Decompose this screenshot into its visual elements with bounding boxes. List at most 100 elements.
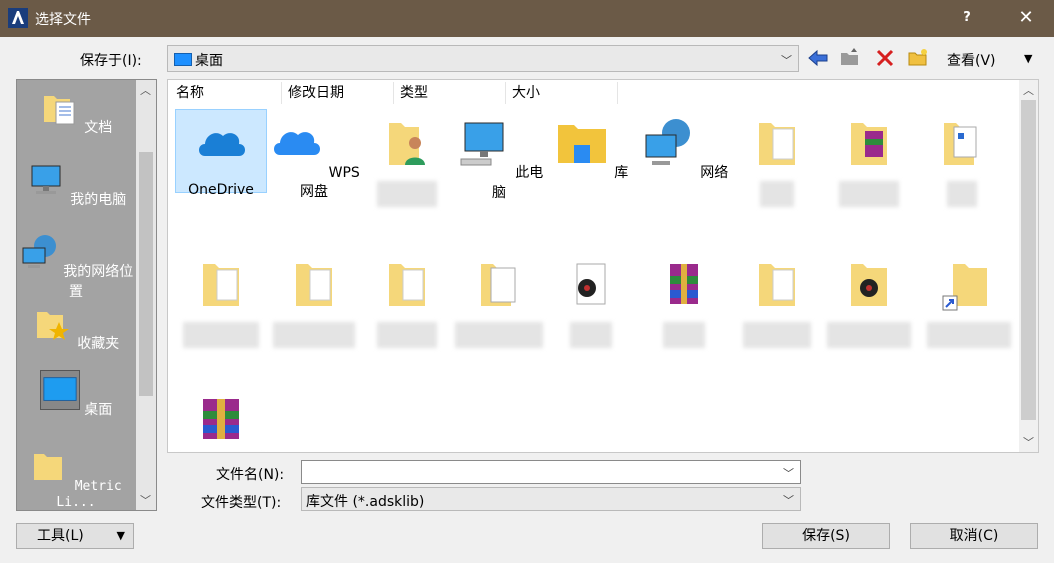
- place-favorites[interactable]: 收藏夹: [17, 304, 135, 353]
- blurred-filename: [827, 322, 911, 348]
- archive-icon: [670, 264, 698, 304]
- column-type[interactable]: 类型: [394, 82, 506, 104]
- file-item-folder[interactable]: [361, 250, 453, 350]
- place-documents[interactable]: 文档: [17, 88, 135, 137]
- file-label: 网络: [700, 165, 729, 181]
- file-list[interactable]: 名称 修改日期 类型 大小 OneDrive WPS网盘 此电脑 库 网络 ︿ …: [167, 79, 1039, 453]
- file-item-library[interactable]: 库: [545, 109, 637, 193]
- place-label: 我的电脑: [70, 192, 127, 208]
- archive-icon: [203, 399, 239, 439]
- file-item-archive[interactable]: [175, 383, 267, 451]
- desktop-icon: [39, 370, 80, 410]
- place-label: 桌面: [84, 402, 113, 418]
- archive-folder-icon: [851, 123, 887, 165]
- scroll-thumb[interactable]: [139, 152, 153, 396]
- media-folder-icon: [851, 264, 887, 306]
- save-in-value: 桌面: [195, 53, 223, 69]
- desktop-icon: [174, 53, 192, 66]
- cloud-icon: [274, 132, 321, 155]
- file-label: 库: [614, 165, 629, 181]
- dropdown-arrow-icon: ▼: [116, 529, 125, 542]
- close-button[interactable]: ✕: [1008, 4, 1044, 32]
- media-file-icon: [576, 263, 606, 305]
- folder-icon: [759, 264, 795, 306]
- document-icon: [944, 123, 977, 165]
- filename-input[interactable]: ﹀: [301, 460, 801, 484]
- place-desktop[interactable]: 桌面: [17, 370, 135, 419]
- file-item-shortcut[interactable]: [923, 250, 1015, 350]
- column-modified[interactable]: 修改日期: [282, 82, 394, 104]
- delete-icon[interactable]: [873, 46, 897, 70]
- file-item-wps-drive[interactable]: WPS网盘: [268, 109, 360, 200]
- file-item-onedrive[interactable]: OneDrive: [175, 109, 267, 198]
- file-item-media-folder[interactable]: [823, 250, 915, 350]
- file-item-user-folder[interactable]: [361, 109, 453, 207]
- column-headers: 名称 修改日期 类型 大小: [168, 80, 1018, 104]
- blurred-filename: [663, 322, 705, 348]
- back-arrow-icon[interactable]: [806, 46, 830, 70]
- network-icon: [22, 235, 56, 268]
- new-folder-icon[interactable]: [906, 46, 930, 70]
- place-label: 我的网络位置: [63, 264, 134, 300]
- file-item-folder[interactable]: [731, 250, 823, 350]
- save-in-dropdown[interactable]: 桌面 ﹀: [167, 45, 799, 72]
- file-item-archive[interactable]: [638, 250, 730, 350]
- scroll-down-icon[interactable]: ﹀: [140, 492, 151, 508]
- save-in-label: 保存于(I):: [80, 53, 142, 69]
- blurred-filename: [377, 181, 437, 207]
- document-icon: [481, 264, 516, 306]
- scroll-up-icon[interactable]: ︿: [140, 82, 151, 98]
- view-menu-button[interactable]: 查看(V): [947, 50, 996, 70]
- chevron-down-icon: ﹀: [783, 494, 794, 507]
- save-button[interactable]: 保存(S): [762, 523, 890, 549]
- filetype-label: 文件类型(T):: [201, 495, 282, 511]
- shortcut-folder-icon: [942, 264, 987, 311]
- app-logo-icon: [8, 8, 28, 28]
- file-item-media[interactable]: [545, 250, 637, 350]
- favorites-icon: [36, 312, 69, 340]
- file-item-document[interactable]: [916, 109, 1008, 207]
- column-size[interactable]: 大小: [506, 82, 618, 104]
- scroll-up-icon[interactable]: ︿: [1023, 82, 1034, 98]
- scroll-down-icon[interactable]: ﹀: [1023, 434, 1034, 450]
- blurred-filename: [570, 322, 612, 348]
- file-item-this-pc[interactable]: 此电脑: [453, 109, 545, 201]
- file-item-archive-folder[interactable]: [823, 109, 915, 207]
- up-folder-icon[interactable]: [838, 46, 862, 70]
- places-scrollbar[interactable]: ︿ ﹀: [136, 80, 156, 510]
- filename-label: 文件名(N):: [216, 467, 285, 483]
- place-metric-library[interactable]: Metric Li...: [17, 446, 135, 510]
- blurred-filename: [743, 322, 811, 348]
- tools-button[interactable]: 工具(L) ▼: [16, 523, 134, 549]
- tools-label: 工具(L): [37, 528, 84, 544]
- file-item-document[interactable]: [453, 250, 545, 350]
- blurred-filename: [455, 322, 543, 348]
- place-label: 文档: [84, 120, 113, 136]
- filetype-value: 库文件 (*.adsklib): [306, 494, 425, 510]
- scroll-thumb[interactable]: [1021, 100, 1036, 420]
- blurred-filename: [760, 181, 794, 207]
- view-dropdown-icon[interactable]: ▼: [1024, 52, 1032, 65]
- places-bar: 文档 我的电脑 我的网络位置 收藏夹 桌面 Metric Li... ︿ ﹀: [16, 79, 157, 511]
- file-item-folder[interactable]: [731, 109, 823, 207]
- column-name[interactable]: 名称: [170, 82, 282, 104]
- folder-icon: [203, 264, 239, 306]
- place-my-computer[interactable]: 我的电脑: [17, 160, 135, 209]
- chevron-down-icon[interactable]: ﹀: [783, 465, 794, 481]
- file-item-network[interactable]: 网络: [638, 109, 730, 193]
- folder-icon: [296, 264, 332, 306]
- folder-icon: [34, 454, 63, 480]
- blurred-filename: [927, 322, 1011, 348]
- file-item-folder[interactable]: [268, 250, 360, 350]
- folder-icon: [759, 123, 795, 165]
- computer-icon: [460, 122, 504, 166]
- user-folder-icon: [389, 123, 425, 165]
- filetype-dropdown[interactable]: 库文件 (*.adsklib) ﹀: [301, 487, 801, 511]
- library-icon: [557, 125, 606, 163]
- cancel-button[interactable]: 取消(C): [910, 523, 1038, 549]
- file-list-scrollbar[interactable]: ︿ ﹀: [1019, 80, 1038, 452]
- file-item-folder[interactable]: [175, 250, 267, 350]
- help-button[interactable]: ?: [952, 4, 982, 32]
- place-network[interactable]: 我的网络位置: [17, 232, 135, 301]
- file-label: OneDrive: [188, 182, 254, 198]
